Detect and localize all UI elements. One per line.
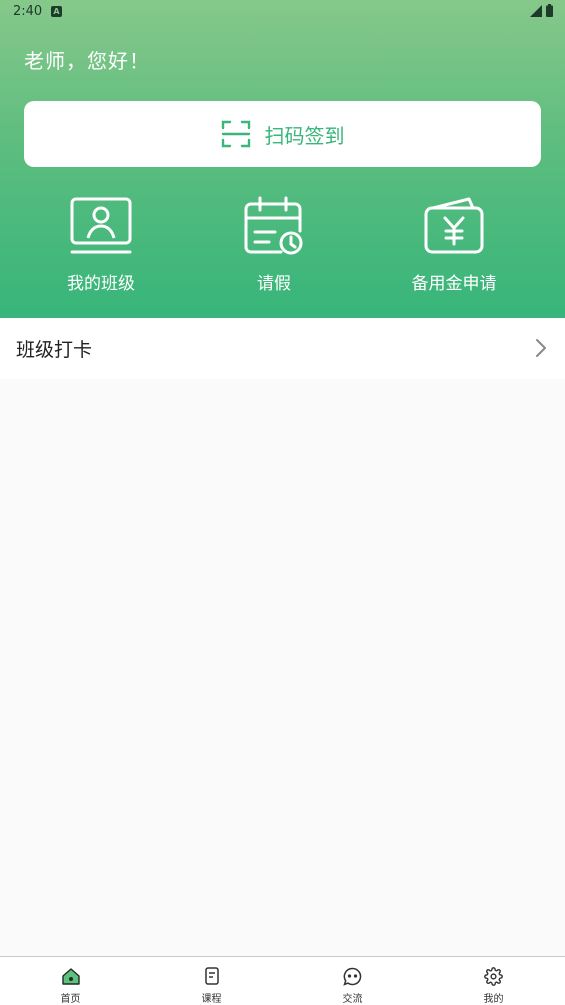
notification-icon: A [51, 6, 62, 17]
document-icon [204, 967, 219, 985]
class-card-icon [70, 197, 132, 254]
gear-icon [484, 966, 503, 986]
quick-action-leave[interactable]: 请假 [199, 195, 349, 294]
quick-action-label: 备用金申请 [411, 274, 497, 294]
quick-action-my-class[interactable]: 我的班级 [26, 195, 176, 294]
chat-icon [343, 967, 362, 986]
wallet-yen-icon [424, 197, 484, 254]
tab-label: 我的 [483, 994, 504, 1005]
calendar-clock-icon [244, 196, 303, 255]
quick-action-petty-cash[interactable]: 备用金申请 [379, 195, 529, 294]
class-checkin-row[interactable]: 班级打卡 [0, 318, 565, 379]
scan-icon [221, 120, 250, 148]
header-banner: 2:40 A 老师，您好！ 扫码签到 我的班级 请假 备用金申请 [0, 0, 565, 318]
tab-chat[interactable]: 交流 [282, 957, 423, 1005]
battery-icon [546, 4, 553, 17]
tab-mine[interactable]: 我的 [423, 957, 564, 1005]
tab-label: 课程 [201, 994, 222, 1005]
scan-checkin-label: 扫码签到 [264, 123, 345, 148]
status-bar: 2:40 A [0, 0, 565, 24]
quick-action-label: 我的班级 [67, 274, 135, 294]
signal-icon [530, 4, 542, 17]
tab-label: 交流 [342, 994, 363, 1005]
greeting-text: 老师，您好！ [24, 49, 150, 73]
quick-action-label: 请假 [257, 274, 291, 294]
chevron-right-icon [536, 339, 546, 357]
home-icon [61, 967, 80, 985]
bottom-tab-bar: 首页 课程 交流 我的 [0, 956, 565, 1005]
status-time: 2:40 [13, 4, 43, 19]
class-checkin-label: 班级打卡 [16, 339, 93, 361]
tab-home[interactable]: 首页 [0, 957, 141, 1005]
scan-checkin-button[interactable]: 扫码签到 [24, 101, 541, 167]
tab-label: 首页 [60, 994, 81, 1005]
tab-course[interactable]: 课程 [141, 957, 282, 1005]
